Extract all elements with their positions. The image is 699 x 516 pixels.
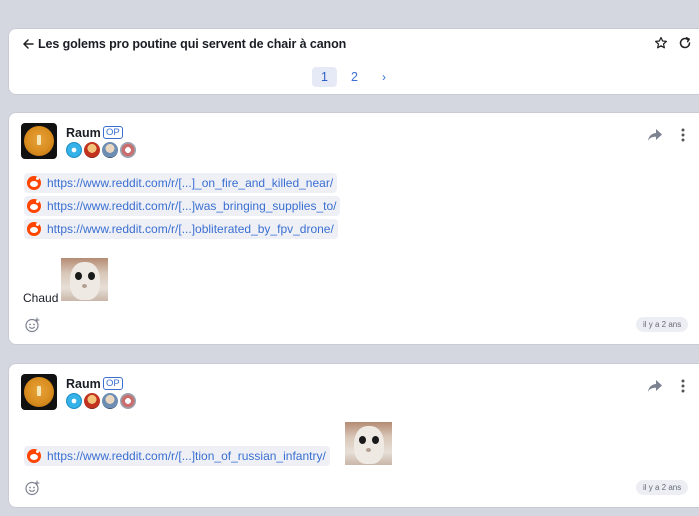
post: Raum OP https://www.reddit.com/r/[...]ti… <box>8 363 699 508</box>
author-name[interactable]: Raum <box>66 126 101 140</box>
op-badge: OP <box>103 126 123 139</box>
more-vertical-icon[interactable] <box>678 127 688 143</box>
page-button-2[interactable]: 2 <box>342 67 367 87</box>
badge-icon <box>120 393 136 409</box>
badge-icon <box>66 142 82 158</box>
reddit-link[interactable]: https://www.reddit.com/r/[...]obliterate… <box>24 219 338 239</box>
link-text[interactable]: https://www.reddit.com/r/[...]tion_of_ru… <box>47 449 326 463</box>
share-icon[interactable] <box>647 128 663 142</box>
badge-icon <box>102 142 118 158</box>
badge-icon <box>120 142 136 158</box>
user-badges <box>66 393 138 409</box>
reddit-icon <box>27 449 41 463</box>
emoji-react-icon[interactable] <box>24 317 40 333</box>
post-text: Chaud <box>23 291 59 305</box>
pagination: 1 2 › <box>312 67 394 87</box>
reddit-link[interactable]: https://www.reddit.com/r/[...]tion_of_ru… <box>24 446 330 466</box>
reddit-icon <box>27 176 41 190</box>
reddit-icon <box>27 199 41 213</box>
badge-icon <box>84 142 100 158</box>
link-list: https://www.reddit.com/r/[...]_on_fire_a… <box>24 173 341 242</box>
refresh-icon[interactable] <box>678 36 692 50</box>
emoji-react-icon[interactable] <box>24 480 40 496</box>
link-text[interactable]: https://www.reddit.com/r/[...]was_bringi… <box>47 199 336 213</box>
badge-icon <box>66 393 82 409</box>
reddit-link[interactable]: https://www.reddit.com/r/[...]_on_fire_a… <box>24 173 338 193</box>
back-arrow-icon[interactable] <box>21 37 35 51</box>
next-page-button[interactable]: › <box>374 70 394 84</box>
page-button-1[interactable]: 1 <box>312 67 337 87</box>
post: Raum OP https://www.reddit.com/r/[...]_o… <box>8 112 699 345</box>
post-timestamp: il y a 2 ans <box>636 480 689 495</box>
link-text[interactable]: https://www.reddit.com/r/[...]_on_fire_a… <box>47 176 333 190</box>
op-badge: OP <box>103 377 123 390</box>
topic-title: Les golems pro poutine qui servent de ch… <box>38 37 347 51</box>
author-name[interactable]: Raum <box>66 377 101 391</box>
post-timestamp: il y a 2 ans <box>636 317 689 332</box>
more-vertical-icon[interactable] <box>678 378 688 394</box>
reddit-link[interactable]: https://www.reddit.com/r/[...]was_bringi… <box>24 196 341 216</box>
user-badges <box>66 142 138 158</box>
sticker-image[interactable] <box>345 422 392 465</box>
avatar[interactable] <box>21 123 57 159</box>
reddit-icon <box>27 222 41 236</box>
badge-icon <box>102 393 118 409</box>
topic-header: Les golems pro poutine qui servent de ch… <box>8 28 699 95</box>
sticker-image[interactable] <box>61 258 108 301</box>
star-icon[interactable] <box>654 36 668 50</box>
share-icon[interactable] <box>647 379 663 393</box>
link-list: https://www.reddit.com/r/[...]tion_of_ru… <box>24 446 330 469</box>
badge-icon <box>84 393 100 409</box>
avatar[interactable] <box>21 374 57 410</box>
link-text[interactable]: https://www.reddit.com/r/[...]obliterate… <box>47 222 334 236</box>
